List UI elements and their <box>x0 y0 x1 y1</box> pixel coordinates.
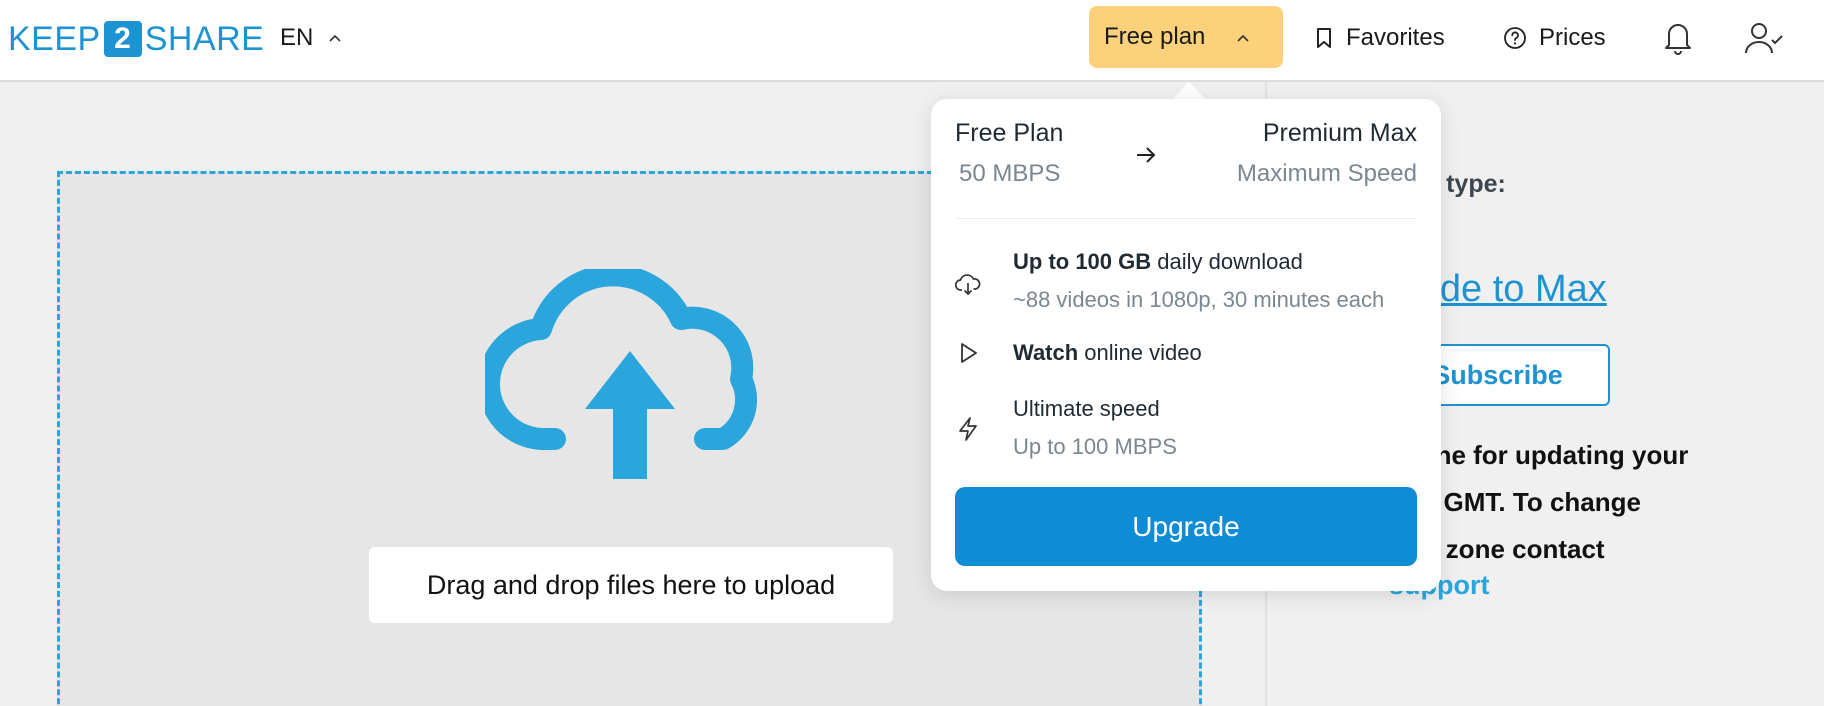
feature-subtitle: ~88 videos in 1080p, 30 minutes each <box>1013 287 1385 312</box>
cloud-upload-icon <box>485 269 758 479</box>
logo-part-keep: KEEP <box>8 19 101 58</box>
cloud-download-icon <box>955 274 981 296</box>
target-plan-speed: Maximum Speed <box>1236 160 1417 187</box>
target-plan: Premium Max Maximum Speed <box>1237 119 1417 188</box>
prices-link[interactable]: Prices <box>1503 20 1606 56</box>
free-plan-button[interactable]: Free plan <box>1089 6 1283 68</box>
prices-label: Prices <box>1539 24 1606 51</box>
plan-upgrade-popup: Free Plan 50 MBPS Premium Max Maximum Sp… <box>931 99 1441 591</box>
favorites-label: Favorites <box>1346 24 1445 51</box>
feature-subtitle: Up to 100 MBPS <box>1013 434 1177 459</box>
feature-title: Up to 100 GB daily download <box>1013 249 1303 274</box>
bell-icon[interactable] <box>1661 18 1695 56</box>
timezone-line: s +1 GMT. To change <box>1385 487 1641 517</box>
popup-caret <box>1172 82 1206 100</box>
current-plan: Free Plan 50 MBPS <box>955 119 1063 188</box>
language-selector[interactable]: EN <box>280 22 341 54</box>
feature-title: Watch online video <box>1013 340 1202 365</box>
timezone-line: time zone contact <box>1385 534 1605 564</box>
arrow-right-icon <box>1137 147 1156 163</box>
logo-part-share: SHARE <box>144 19 265 58</box>
feature-title: Ultimate speed <box>1013 396 1160 421</box>
chevron-up-icon <box>329 34 341 42</box>
upgrade-button[interactable]: Upgrade <box>955 487 1417 566</box>
chevron-up-icon <box>1237 34 1249 42</box>
timezone-line: e zone for updating your <box>1385 440 1689 470</box>
lightning-icon <box>959 417 977 441</box>
current-plan-title: Free Plan <box>955 119 1064 147</box>
favorites-link[interactable]: Favorites <box>1314 20 1445 56</box>
drop-files-label: Drag and drop files here to upload <box>369 547 893 623</box>
play-icon <box>961 343 977 363</box>
user-account-icon[interactable] <box>1744 20 1784 56</box>
current-plan-speed: 50 MBPS <box>959 160 1061 187</box>
top-header: KEEP 2 SHARE EN Free plan Favorites Pric… <box>0 0 1824 82</box>
logo-part-2: 2 <box>103 21 142 57</box>
keep2share-logo[interactable]: KEEP 2 SHARE <box>8 20 264 58</box>
bookmark-icon <box>1317 28 1331 48</box>
timezone-info: e zone for updating your s +1 GMT. To ch… <box>1385 432 1805 573</box>
free-plan-label: Free plan <box>1104 23 1206 50</box>
popup-divider <box>955 218 1417 219</box>
help-circle-icon <box>1504 27 1526 49</box>
language-label: EN <box>280 24 314 51</box>
target-plan-title: Premium Max <box>1262 119 1417 147</box>
